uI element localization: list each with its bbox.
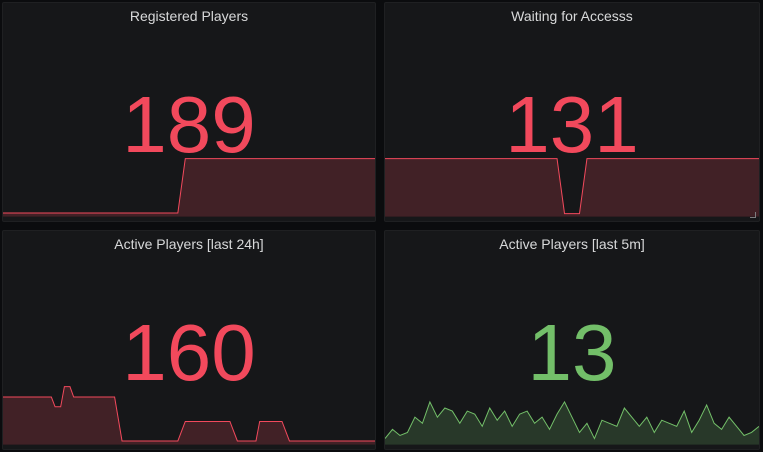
dashboard-grid: Registered Players 189 Waiting for Acces… [0, 0, 763, 452]
stat-value: 160 [122, 308, 256, 397]
panel-active-players-24h[interactable]: Active Players [last 24h] 160 [2, 230, 376, 450]
stat-value: 131 [505, 80, 639, 169]
stat-value: 189 [122, 80, 256, 169]
resize-handle[interactable] [750, 212, 756, 218]
panel-title[interactable]: Registered Players [3, 8, 375, 24]
panel-waiting-for-access[interactable]: Waiting for Accesss 131 [384, 2, 760, 222]
panel-title[interactable]: Active Players [last 5m] [385, 236, 759, 252]
panel-registered-players[interactable]: Registered Players 189 [2, 2, 376, 222]
stat-value: 13 [527, 308, 617, 397]
panel-active-players-5m[interactable]: Active Players [last 5m] 13 [384, 230, 760, 450]
panel-title[interactable]: Waiting for Accesss [385, 8, 759, 24]
sparkline-area [385, 401, 759, 445]
panel-title[interactable]: Active Players [last 24h] [3, 236, 375, 252]
